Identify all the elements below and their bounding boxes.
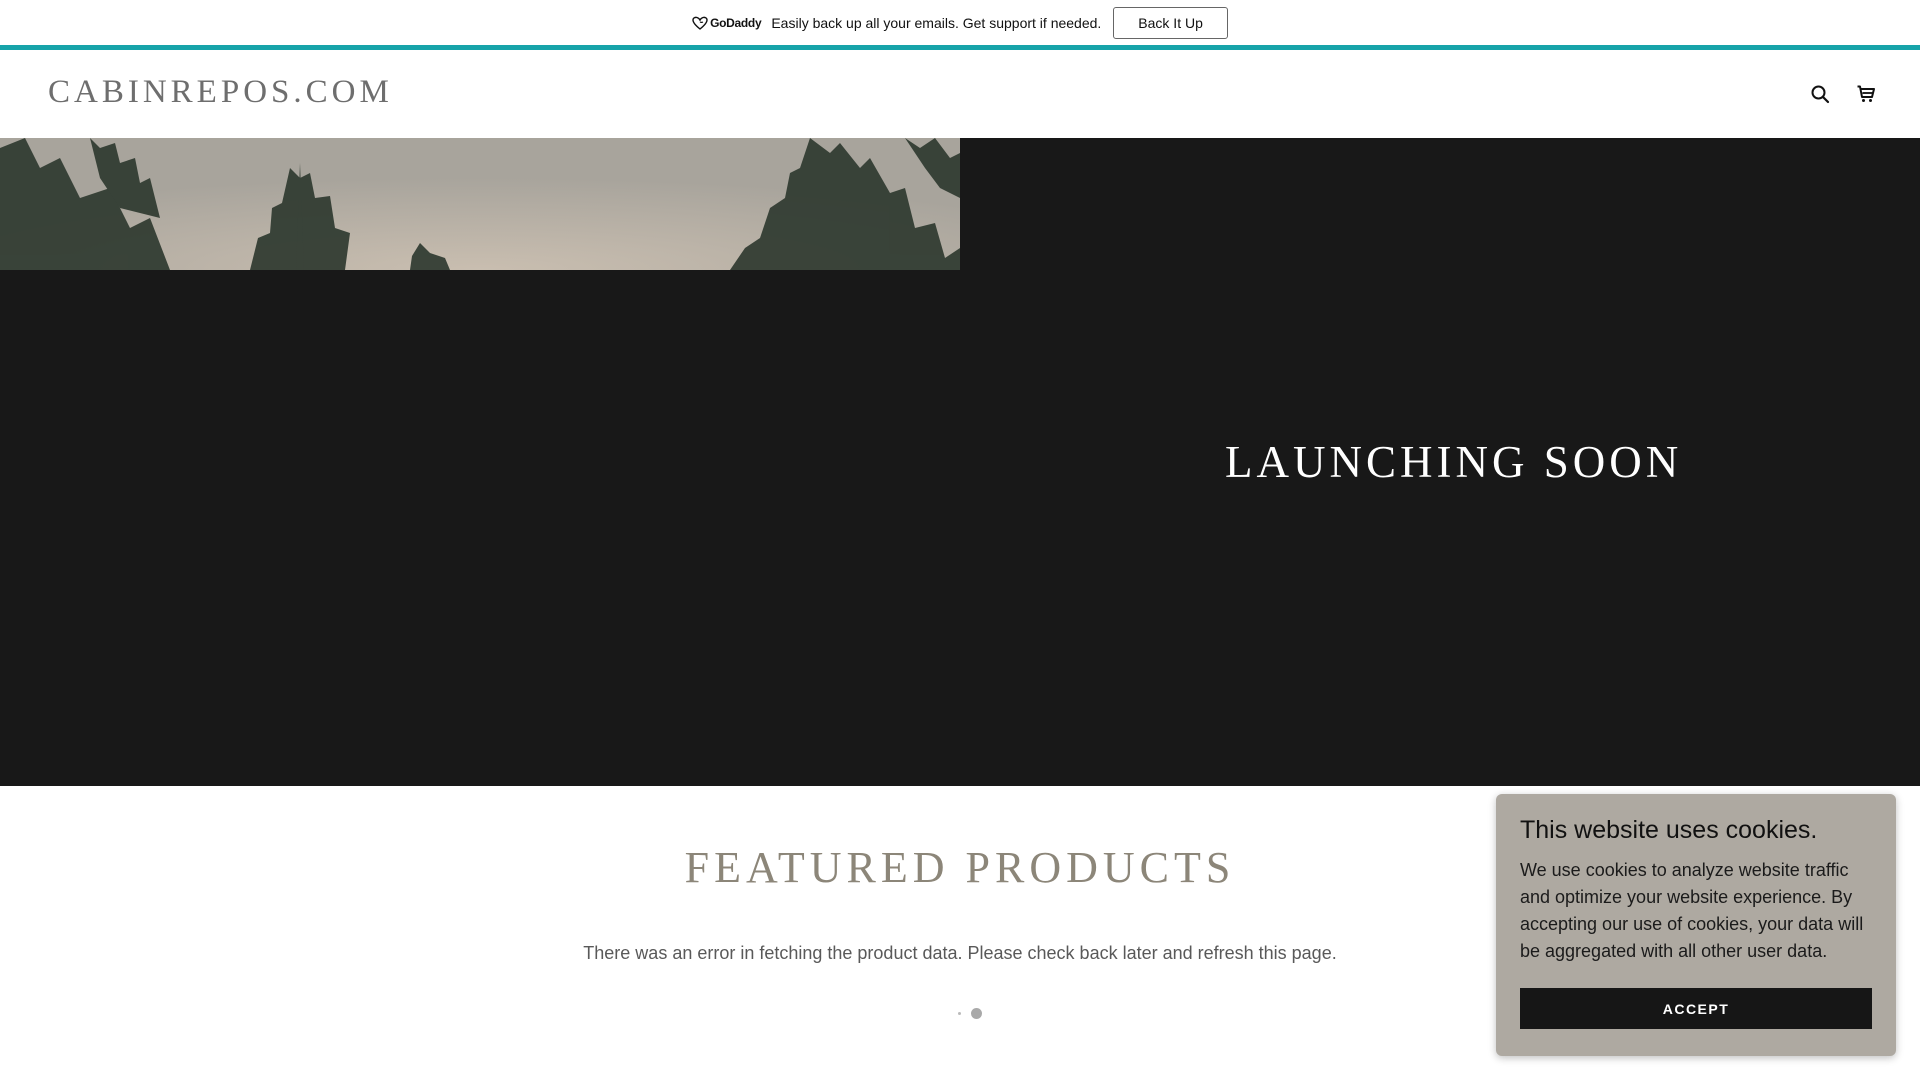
godaddy-heart-icon bbox=[692, 16, 708, 30]
header-actions bbox=[1808, 82, 1878, 106]
cookie-banner: This website uses cookies. We use cookie… bbox=[1496, 794, 1896, 1056]
godaddy-logo: GoDaddy bbox=[692, 15, 762, 30]
promo-banner: GoDaddy Easily back up all your emails. … bbox=[0, 0, 1920, 50]
promo-message: Easily back up all your emails. Get supp… bbox=[771, 14, 1102, 31]
hero-title: LAUNCHING SOON bbox=[1225, 437, 1683, 487]
site-header: CABINREPOS.COM bbox=[0, 50, 1920, 138]
search-icon[interactable] bbox=[1808, 82, 1832, 106]
hero-section: LAUNCHING SOON bbox=[0, 138, 1920, 786]
accept-cookies-button[interactable]: ACCEPT bbox=[1520, 988, 1872, 1029]
loader-dot bbox=[971, 1008, 982, 1019]
cookie-body: We use cookies to analyze website traffi… bbox=[1520, 860, 1864, 961]
godaddy-wordmark: GoDaddy bbox=[710, 15, 762, 30]
back-it-up-button[interactable]: Back It Up bbox=[1113, 6, 1228, 39]
site-title[interactable]: CABINREPOS.COM bbox=[48, 74, 393, 111]
hero-image bbox=[0, 138, 960, 270]
cookie-title: This website uses cookies. bbox=[1520, 816, 1818, 844]
loader-dot bbox=[958, 1012, 961, 1015]
pine-trees-image bbox=[0, 138, 960, 270]
loading-indicator bbox=[958, 1008, 982, 1019]
promo-content: GoDaddy Easily back up all your emails. … bbox=[692, 6, 1228, 39]
cart-icon[interactable] bbox=[1854, 82, 1878, 106]
